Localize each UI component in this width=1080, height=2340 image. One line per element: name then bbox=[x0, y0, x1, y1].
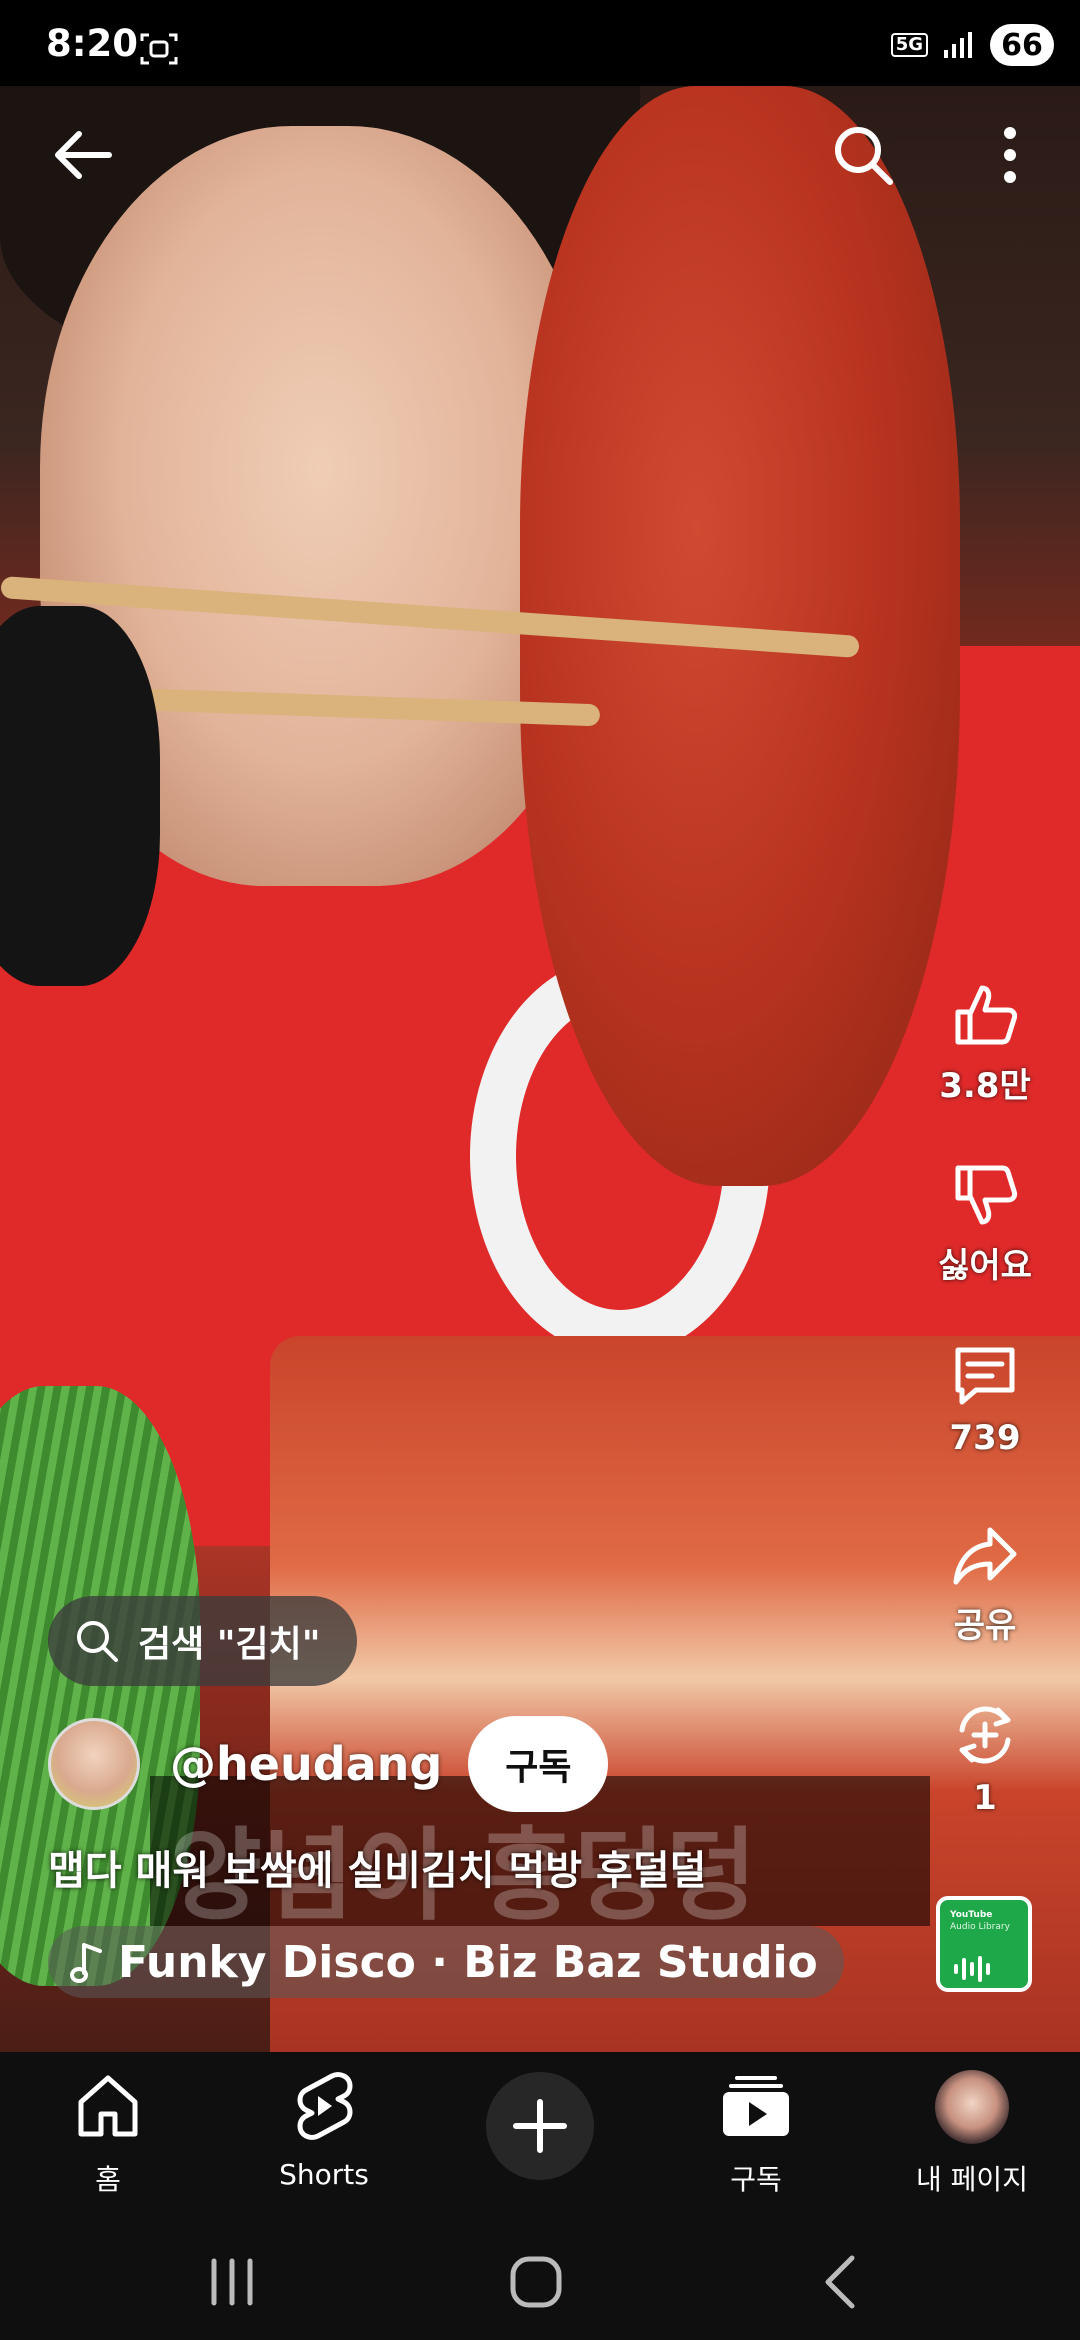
back-arrow-icon bbox=[55, 131, 112, 179]
nav-shorts[interactable]: Shorts bbox=[224, 2052, 424, 2224]
music-note-icon bbox=[70, 1943, 102, 1983]
dislike-button[interactable]: 싫어요 bbox=[920, 1160, 1050, 1287]
video-title[interactable]: 맵다 매워 보쌈에 실비김치 먹방 후덜덜 bbox=[48, 1838, 706, 1896]
shorts-icon bbox=[297, 2072, 353, 2140]
nav-subscriptions-label: 구독 bbox=[730, 2163, 782, 2196]
nav-shorts-label: Shorts bbox=[279, 2158, 369, 2191]
create-button[interactable] bbox=[486, 2072, 594, 2180]
search-suggestion-chip[interactable]: 검색 "김치" bbox=[48, 1596, 357, 1686]
back-button[interactable] bbox=[48, 120, 118, 190]
nav-home[interactable]: 홈 bbox=[8, 2052, 208, 2224]
audio-thumb-subtitle: Audio Library bbox=[950, 1922, 1010, 1932]
home-system-button[interactable] bbox=[496, 2254, 576, 2310]
signal-icon bbox=[944, 32, 972, 58]
recent-apps-icon bbox=[211, 2258, 253, 2306]
status-bar: 8:20 5G 66 bbox=[0, 0, 1080, 86]
thumbs-down-icon bbox=[955, 1165, 1018, 1225]
recent-apps-button[interactable] bbox=[192, 2254, 272, 2310]
nav-you-label: 내 페이지 bbox=[916, 2163, 1028, 2196]
subscribe-button[interactable]: 구독 bbox=[468, 1716, 609, 1812]
channel-handle[interactable]: @heudang bbox=[170, 1737, 442, 1791]
comments-button[interactable]: 739 bbox=[920, 1340, 1050, 1458]
battery-indicator: 66 bbox=[990, 24, 1054, 66]
search-button[interactable] bbox=[828, 120, 898, 190]
video-frame-glove bbox=[0, 606, 160, 986]
nav-subscriptions[interactable]: 구독 bbox=[656, 2052, 856, 2224]
remix-count: 1 bbox=[973, 1778, 997, 1818]
audio-wave-icon bbox=[954, 1956, 990, 1982]
home-icon bbox=[78, 2075, 138, 2137]
channel-row: @heudang 구독 bbox=[48, 1716, 609, 1812]
bottom-navigation: 홈 Shorts 구독 내 페이지 bbox=[0, 2052, 1080, 2224]
network-type: 5G bbox=[890, 33, 928, 57]
subscriptions-icon bbox=[723, 2076, 789, 2136]
share-icon bbox=[953, 1527, 1017, 1585]
more-options-button[interactable] bbox=[975, 120, 1045, 190]
remix-button[interactable]: 1 bbox=[920, 1700, 1050, 1818]
nav-you[interactable]: 내 페이지 bbox=[872, 2052, 1072, 2224]
like-button[interactable]: 3.8만 bbox=[920, 980, 1050, 1107]
channel-avatar[interactable] bbox=[48, 1718, 140, 1810]
back-chevron-icon bbox=[825, 2255, 855, 2309]
system-navigation-bar bbox=[0, 2224, 1080, 2340]
share-label: 공유 bbox=[953, 1606, 1017, 1646]
music-label: Funky Disco · Biz Baz Studio bbox=[118, 1936, 818, 1988]
screenshot-icon bbox=[140, 33, 178, 65]
search-icon bbox=[835, 127, 893, 185]
dislike-label: 싫어요 bbox=[938, 1246, 1032, 1286]
thumbs-up-icon bbox=[955, 985, 1018, 1045]
remix-icon bbox=[959, 1706, 1011, 1764]
status-indicators: 5G 66 bbox=[890, 24, 1054, 66]
plus-icon bbox=[513, 2099, 567, 2153]
back-system-button[interactable] bbox=[800, 2254, 880, 2310]
comment-icon bbox=[955, 1347, 1015, 1405]
search-suggestion-label: 검색 "김치" bbox=[138, 1624, 321, 1665]
search-icon bbox=[77, 1621, 118, 1662]
more-vert-icon bbox=[1004, 127, 1016, 183]
share-button[interactable]: 공유 bbox=[920, 1520, 1050, 1647]
comment-count: 739 bbox=[949, 1418, 1021, 1458]
nav-home-label: 홈 bbox=[95, 2163, 121, 2196]
audio-thumb-title: YouTube bbox=[950, 1910, 993, 1920]
home-circle-icon bbox=[510, 2256, 562, 2308]
music-chip[interactable]: Funky Disco · Biz Baz Studio bbox=[48, 1926, 844, 1998]
profile-avatar bbox=[935, 2070, 1009, 2144]
like-count: 3.8만 bbox=[939, 1066, 1031, 1106]
audio-library-thumbnail[interactable]: YouTube Audio Library bbox=[936, 1896, 1032, 1992]
status-time: 8:20 bbox=[46, 22, 139, 65]
